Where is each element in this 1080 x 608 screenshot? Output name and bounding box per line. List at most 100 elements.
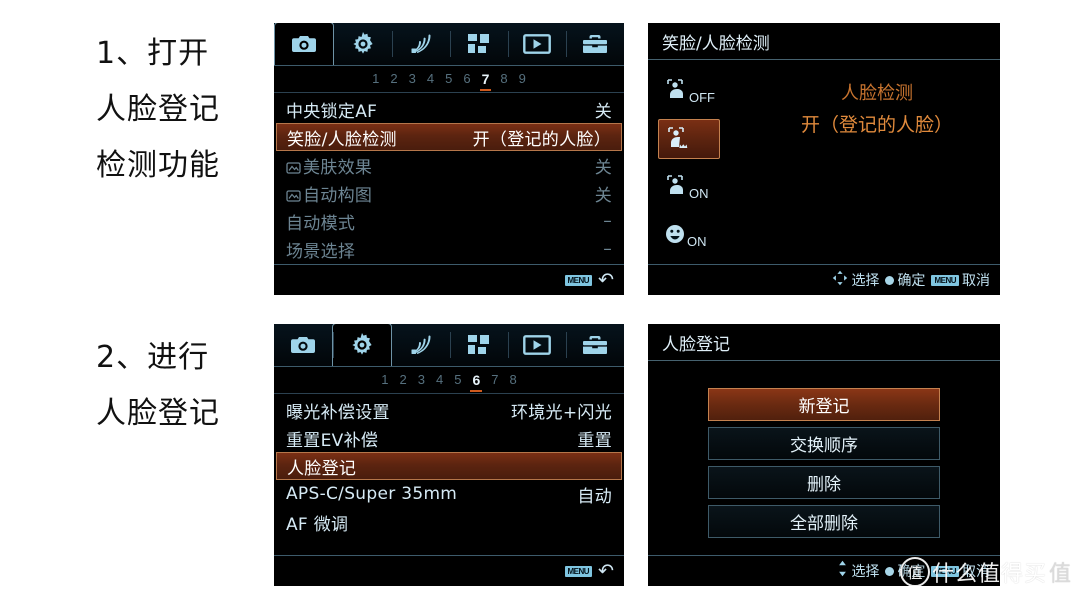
camera-shooting-menu-screen: 1 2 3 4 5 6 7 8 9 中央锁定AF 关 笑脸/人脸检测 开（登记的… [274,23,624,295]
menu-row-auto-mode[interactable]: 自动模式 – [274,207,624,235]
tab-setup[interactable] [566,324,624,366]
page-number[interactable]: 2 [390,71,397,87]
option-face-detect-on[interactable]: ON [658,167,720,207]
page-number[interactable]: 4 [427,71,434,87]
screen-bottom-bar: 选择 确定 MENU 取消 [648,264,1000,295]
menu-row-text: 自动构图 [303,185,373,206]
toolbox-icon [582,335,608,355]
tab-wireless[interactable] [392,23,450,65]
page-number[interactable]: 5 [445,71,452,87]
menu-row-face-registration[interactable]: 人脸登记 [276,452,622,480]
hint-cancel: MENU 取消 [931,270,990,290]
page-number[interactable]: 8 [500,71,507,87]
menu-row-value: 关 [594,101,612,122]
playback-icon [523,34,551,54]
option-face-detect-registered[interactable] [658,119,720,159]
watermark-trailing: 值 [1049,562,1073,587]
menu-row-label: 美肤效果 [286,153,595,178]
page-number[interactable]: 6 [463,71,470,87]
menu-row-label: 场景选择 [286,241,356,262]
instruction-step-1: 1、打开 人脸登记 检测功能 [96,26,220,194]
page-indicator: 1 2 3 4 5 6 7 8 9 [274,66,624,93]
page-number[interactable]: 1 [381,372,388,388]
tab-setup[interactable] [566,23,624,65]
page-number[interactable]: 7 [491,372,498,388]
tab-camera[interactable] [274,23,334,65]
menu-row-value: – [603,211,612,231]
menu-row-smile-face-detection[interactable]: 笑脸/人脸检测 开（登记的人脸） [276,123,622,151]
instructions-column: 1、打开 人脸登记 检测功能 2、进行 人脸登记 [0,0,272,608]
tab-applications[interactable] [450,324,508,366]
movie-icon [286,159,301,174]
return-arrow-icon[interactable]: ↶ [598,562,614,581]
menu-row-scene-selection[interactable]: 场景选择 – [274,235,624,263]
tab-wireless[interactable] [392,324,450,366]
hint-cancel-label: 取消 [962,273,990,289]
button-delete-all[interactable]: 全部删除 [708,505,940,538]
face-detect-off-icon [664,78,692,104]
tab-playback[interactable] [508,324,566,366]
page-number[interactable]: 5 [454,372,461,388]
button-swap-order[interactable]: 交换顺序 [708,427,940,460]
menu-row-apsc-super35[interactable]: APS-C/Super 35mm 自动 [274,480,624,508]
camera-custom-menu-screen: 1 2 3 4 5 6 7 8 曝光补偿设置 环境光+闪光 重置EV补偿 重置 … [274,324,624,586]
camera-icon [291,34,317,54]
page-number-active[interactable]: 7 [479,71,492,91]
tab-camera[interactable] [274,324,332,366]
wifi-icon [410,334,432,356]
hint-confirm: 确定 [885,270,925,290]
page-number[interactable]: 3 [409,71,416,87]
option-description: 人脸检测 开（登记的人脸） [768,79,986,141]
page-number[interactable]: 4 [436,372,443,388]
tab-custom-settings[interactable] [334,23,392,65]
option-face-detect-off[interactable]: OFF [658,71,720,111]
tab-playback[interactable] [508,23,566,65]
hint-cancel: MENU 取消 [931,561,990,581]
option-description-title: 人脸检测 [841,83,913,104]
button-delete[interactable]: 删除 [708,466,940,499]
menu-button-chip[interactable]: MENU [564,274,593,286]
menu-row-label: 中央锁定AF [286,101,378,122]
page-number[interactable]: 3 [418,372,425,388]
hint-confirm: 确定 [885,561,925,581]
tab-applications[interactable] [450,23,508,65]
return-arrow-icon[interactable]: ↶ [598,271,614,290]
center-button-icon [885,275,895,285]
screen-bottom-bar: 选择 确定 MENU 取消 [648,555,1000,586]
grid-apps-icon [467,33,491,55]
menu-row-text: 美肤效果 [303,157,373,178]
menu-row-reset-ev-comp[interactable]: 重置EV补偿 重置 [274,424,624,452]
menu-row-soft-skin-effect[interactable]: 美肤效果 关 [274,151,624,179]
page-indicator: 1 2 3 4 5 6 7 8 [274,367,624,394]
menu-row-label: AF 微调 [286,514,349,535]
camera-icon [290,335,316,355]
instruction-line: 1、打开 [96,36,210,71]
face-registration-screen: 人脸登记 新登记 交换顺序 删除 全部删除 选择 确定 MENU 取消 [648,324,1000,586]
menu-row-label: 笑脸/人脸检测 [287,129,397,150]
page-number[interactable]: 1 [372,71,379,87]
tab-custom-settings[interactable] [332,324,392,366]
page-number-active[interactable]: 6 [470,372,483,392]
page-number[interactable]: 2 [400,372,407,388]
instruction-line: 人脸登记 [96,396,220,431]
option-smile-shutter-on[interactable]: ON [658,215,720,255]
menu-button-chip[interactable]: MENU [564,565,593,577]
center-button-icon [885,566,895,576]
menu-row-exposure-comp-setting[interactable]: 曝光补偿设置 环境光+闪光 [274,396,624,424]
menu-list: 曝光补偿设置 环境光+闪光 重置EV补偿 重置 人脸登记 APS-C/Super… [274,394,624,536]
menu-button-chip[interactable]: MENU [931,565,959,577]
menu-row-auto-framing[interactable]: 自动构图 关 [274,179,624,207]
gear-icon [351,32,375,56]
page-number[interactable]: 8 [509,372,516,388]
menu-row-value: 关 [594,157,612,178]
menu-button-chip[interactable]: MENU [931,274,959,286]
menu-list: 中央锁定AF 关 笑脸/人脸检测 开（登记的人脸） 美肤效果 关 自动构图 关 … [274,93,624,263]
hint-select: 选择 [837,560,879,582]
menu-row-center-lock-af[interactable]: 中央锁定AF 关 [274,95,624,123]
hint-select-label: 选择 [851,564,880,580]
menu-row-label: 曝光补偿设置 [286,402,390,423]
button-new-registration[interactable]: 新登记 [708,388,940,421]
wifi-icon [410,33,432,55]
menu-row-af-microadjust[interactable]: AF 微调 [274,508,624,536]
page-number[interactable]: 9 [519,71,526,87]
